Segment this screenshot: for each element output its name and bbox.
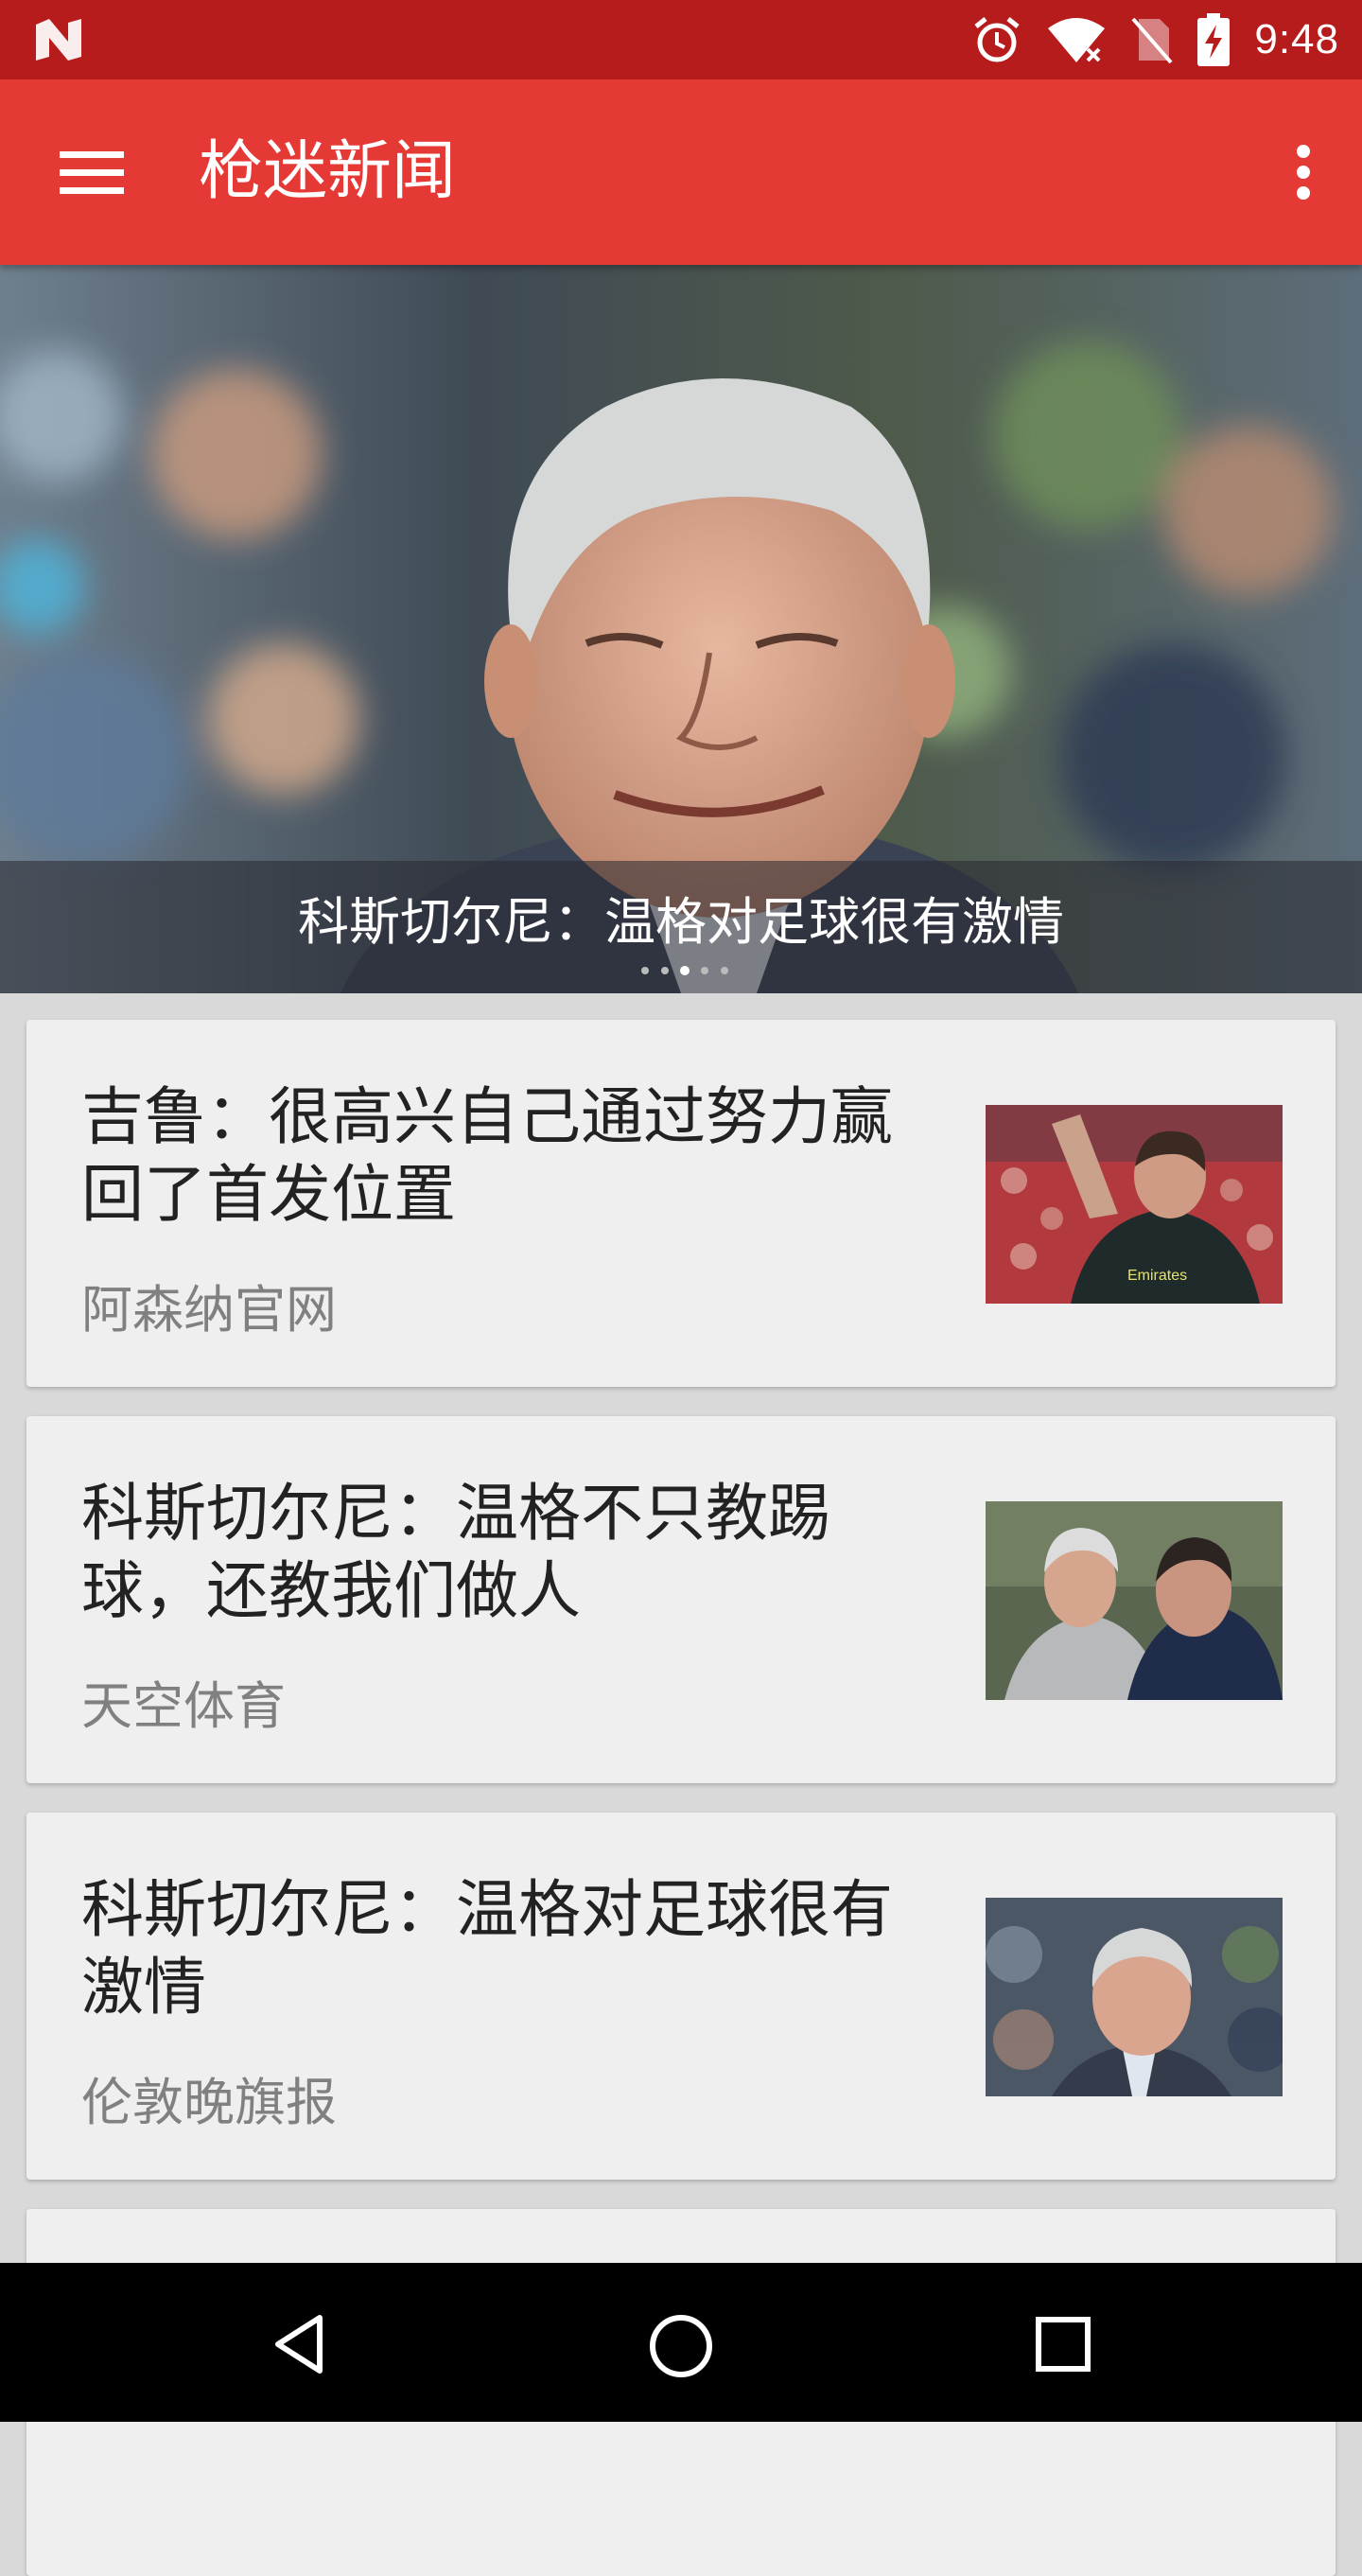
no-sim-icon bbox=[1131, 17, 1173, 64]
home-icon[interactable] bbox=[649, 2314, 713, 2378]
carousel-dot bbox=[701, 967, 708, 974]
news-source: 天空体育 bbox=[81, 1676, 286, 1736]
app-bar: 枪迷新闻 bbox=[0, 79, 1362, 265]
battery-charging-icon bbox=[1197, 13, 1231, 66]
hero-banner[interactable]: 科斯切尔尼：温格对足球很有激情 bbox=[0, 265, 1362, 993]
wifi-icon bbox=[1048, 18, 1106, 63]
recents-icon[interactable] bbox=[1035, 2316, 1091, 2373]
news-thumbnail-image bbox=[986, 1898, 1283, 2096]
news-thumbnail-image: Emirates bbox=[986, 1105, 1283, 1304]
notification-n-icon bbox=[36, 19, 81, 61]
news-source: 阿森纳官网 bbox=[81, 1280, 337, 1340]
svg-text:Emirates: Emirates bbox=[1127, 1268, 1187, 1284]
carousel-dot-active bbox=[680, 966, 690, 975]
news-thumbnail bbox=[986, 1898, 1283, 2096]
navigation-bar bbox=[0, 2263, 1362, 2422]
more-options-button[interactable] bbox=[1269, 138, 1337, 206]
news-card[interactable]: 吉鲁：很高兴自己通过努力赢回了首发位置 阿森纳官网 Emirates bbox=[26, 1020, 1336, 1387]
more-vert-icon bbox=[1297, 145, 1310, 200]
news-title: 科斯切尔尼：温格不只教踢球，还教我们做人 bbox=[81, 1477, 830, 1627]
carousel-dot bbox=[721, 967, 728, 974]
status-time: 9:48 bbox=[1254, 16, 1339, 62]
menu-button[interactable] bbox=[49, 142, 134, 204]
hero-caption: 科斯切尔尼：温格对足球很有激情 bbox=[298, 892, 1064, 952]
news-thumbnail bbox=[986, 1501, 1283, 1700]
news-title: 科斯切尔尼：温格对足球很有激情 bbox=[81, 1873, 893, 2024]
news-card[interactable]: 科斯切尔尼：温格不只教踢球，还教我们做人 天空体育 bbox=[26, 1416, 1336, 1783]
news-thumbnail-image bbox=[986, 1501, 1283, 1700]
app-title: 枪迷新闻 bbox=[199, 134, 457, 209]
status-icons: 9:48 bbox=[972, 0, 1339, 79]
carousel-dot bbox=[661, 967, 669, 974]
news-card[interactable]: 科斯切尔尼：温格对足球很有激情 伦敦晚旗报 bbox=[26, 1813, 1336, 2180]
status-bar: 9:48 bbox=[0, 0, 1362, 79]
carousel-dot bbox=[641, 967, 649, 974]
alarm-icon bbox=[974, 17, 1020, 62]
news-thumbnail: Emirates bbox=[986, 1105, 1283, 1304]
news-source: 伦敦晚旗报 bbox=[81, 2073, 337, 2132]
carousel-indicator bbox=[641, 966, 728, 975]
news-title: 吉鲁：很高兴自己通过努力赢回了首发位置 bbox=[81, 1080, 893, 1231]
hamburger-menu-icon bbox=[60, 151, 124, 194]
back-icon[interactable] bbox=[271, 2314, 327, 2374]
